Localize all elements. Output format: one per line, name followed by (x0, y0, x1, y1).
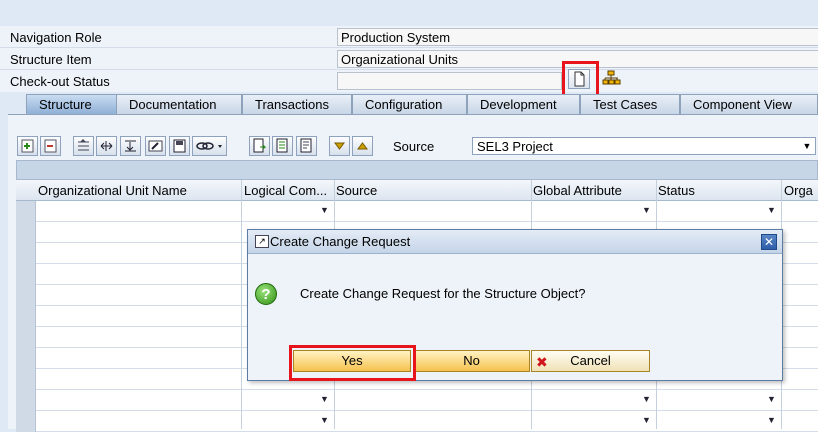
chevron-down-icon[interactable]: ▼ (320, 415, 329, 425)
source-value: SEL3 Project (477, 139, 553, 154)
hierarchy-icon (602, 70, 621, 85)
delete-row-button[interactable] (40, 136, 61, 156)
save-icon (173, 139, 186, 153)
row-selector[interactable] (16, 327, 36, 348)
top-strip (0, 0, 818, 22)
close-icon[interactable]: ✕ (761, 234, 777, 250)
cancel-x-icon: ✖ (536, 354, 548, 370)
move-button[interactable] (96, 136, 117, 156)
rename-icon (148, 140, 163, 152)
table-row[interactable]: ▼ ▼ ▼ (16, 390, 818, 411)
collapse-button[interactable] (73, 136, 94, 156)
highlight-yes-button (289, 345, 416, 381)
chevron-down-icon[interactable]: ▼ (320, 205, 329, 215)
col-header-source[interactable]: Source (336, 183, 526, 198)
tab-test-cases[interactable]: Test Cases (580, 94, 680, 114)
tab-structure[interactable]: Structure (26, 94, 118, 114)
row-selector[interactable] (16, 201, 36, 222)
structure-item-label: Structure Item (10, 52, 92, 67)
tab-component-view[interactable]: Component View (680, 94, 818, 114)
document-arrow-icon (253, 138, 267, 153)
col-header-logical-component[interactable]: Logical Com... (244, 183, 334, 198)
grid-title-bar (16, 160, 818, 180)
row-selector[interactable] (16, 369, 36, 390)
chevron-down-icon[interactable]: ▼ (320, 394, 329, 404)
chevron-down-icon[interactable]: ▼ (801, 140, 813, 152)
row-selector[interactable] (16, 390, 36, 411)
checkout-status-label: Check-out Status (10, 74, 110, 89)
collapse-icon (78, 139, 89, 151)
move-down-button[interactable] (329, 136, 350, 156)
no-button[interactable]: No (413, 350, 530, 372)
col-header-global-attribute[interactable]: Global Attribute (533, 183, 653, 198)
navigation-role-label: Navigation Role (10, 30, 102, 45)
expand-all-button[interactable] (120, 136, 141, 156)
source-label: Source (393, 139, 435, 154)
link-menu-button[interactable] (192, 136, 227, 156)
row-selector[interactable] (16, 306, 36, 327)
column-divider (241, 180, 242, 429)
delete-row-icon (44, 139, 57, 153)
row-selector[interactable] (16, 243, 36, 264)
move-up-button[interactable] (352, 136, 373, 156)
hierarchy-button[interactable] (601, 69, 623, 89)
row-selector[interactable] (16, 348, 36, 369)
question-icon: ? (255, 283, 277, 305)
tab-documentation[interactable]: Documentation (116, 94, 242, 114)
cancel-button[interactable]: ✖ Cancel (531, 350, 650, 372)
dialog-title-bar[interactable]: ↗ Create Change Request ✕ (248, 230, 782, 254)
cancel-label: Cancel (570, 353, 611, 368)
edit-icon: ↗ (255, 235, 269, 248)
col-header-org-unit-name[interactable]: Organizational Unit Name (38, 183, 238, 198)
header-row-navigation-role: Navigation Role Production System (0, 26, 818, 48)
insert-row-icon (21, 139, 34, 153)
doc-button-3[interactable] (296, 136, 317, 156)
dialog-title: Create Change Request (270, 234, 411, 249)
checkout-status-field[interactable] (337, 72, 562, 90)
chevron-down-icon[interactable]: ▼ (767, 415, 776, 425)
tab-transactions[interactable]: Transactions (242, 94, 352, 114)
col-header-status[interactable]: Status (658, 183, 778, 198)
col-header-org[interactable]: Orga (784, 183, 818, 198)
tab-development[interactable]: Development (467, 94, 580, 114)
tab-strip: Structure Documentation Transactions Con… (8, 94, 818, 114)
row-selector[interactable] (16, 264, 36, 285)
rename-button[interactable] (145, 136, 166, 156)
header-row-checkout-status: Check-out Status (0, 70, 818, 92)
triangle-down-icon (334, 142, 345, 150)
source-dropdown[interactable]: SEL3 Project ▼ (472, 137, 816, 155)
save-button[interactable] (169, 136, 190, 156)
header-row-structure-item: Structure Item Organizational Units (0, 48, 818, 70)
chevron-down-icon[interactable]: ▼ (642, 415, 651, 425)
chevron-down-icon[interactable]: ▼ (767, 394, 776, 404)
row-selector[interactable] (16, 285, 36, 306)
chevron-down-icon[interactable]: ▼ (642, 205, 651, 215)
tab-configuration[interactable]: Configuration (352, 94, 467, 114)
doc-button-1[interactable] (249, 136, 270, 156)
dialog-message: Create Change Request for the Structure … (300, 286, 586, 301)
document-list-icon (276, 138, 288, 153)
link-icon (196, 142, 222, 150)
chevron-down-icon[interactable]: ▼ (767, 205, 776, 215)
navigation-role-field[interactable]: Production System (337, 28, 818, 46)
expand-all-icon (125, 140, 136, 152)
move-arrows-icon (100, 141, 113, 151)
row-selector[interactable] (16, 222, 36, 243)
doc-button-2[interactable] (272, 136, 293, 156)
triangle-up-icon (357, 142, 368, 150)
chevron-down-icon[interactable]: ▼ (642, 394, 651, 404)
table-row[interactable]: ▼ ▼ ▼ (16, 201, 818, 222)
grid-header: Organizational Unit Name Logical Com... … (16, 180, 818, 201)
document-edit-icon (300, 138, 312, 153)
insert-row-button[interactable] (17, 136, 38, 156)
